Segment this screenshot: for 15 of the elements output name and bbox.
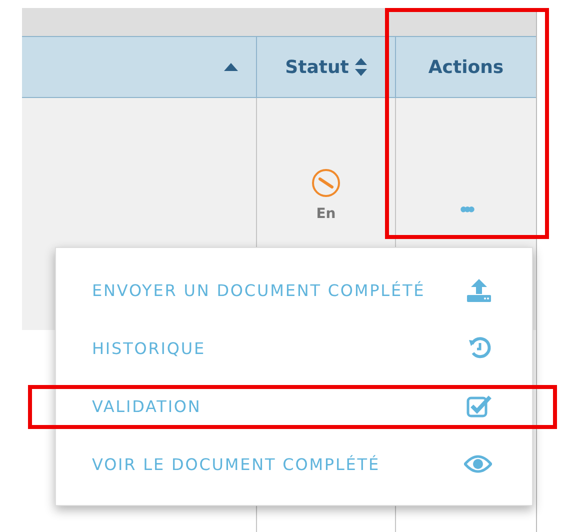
status-text: En: [316, 206, 336, 222]
menu-item[interactable]: ENVOYER UN DOCUMENT COMPLÉTÉ: [56, 261, 532, 319]
checkbox-checked-icon: [466, 394, 492, 418]
column-header[interactable]: Actions: [395, 37, 536, 97]
status-pending-icon: [311, 168, 341, 198]
menu-item[interactable]: VOIR LE DOCUMENT COMPLÉTÉ: [56, 435, 532, 493]
menu-item[interactable]: HISTORIQUE: [56, 319, 532, 377]
menu-item[interactable]: VALIDATION: [56, 377, 532, 435]
history-icon: [468, 336, 492, 360]
column-header[interactable]: Statut: [256, 37, 395, 97]
more-actions-button[interactable]: •••: [460, 198, 472, 222]
upload-icon: [466, 278, 492, 302]
eye-icon: [464, 455, 492, 473]
sort-ascending-icon[interactable]: [224, 63, 238, 71]
sort-icon[interactable]: [354, 58, 367, 76]
